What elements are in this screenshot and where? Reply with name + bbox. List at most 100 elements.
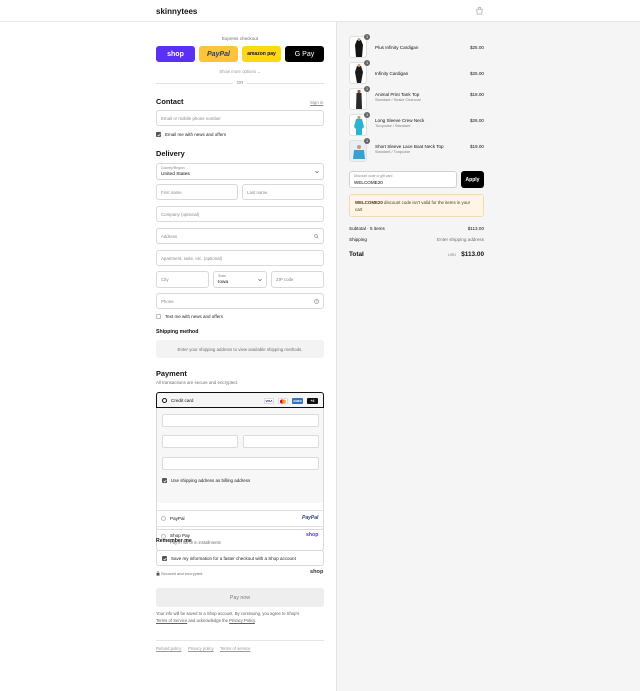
terms-of-service-link[interactable]: Terms of Service [156, 618, 187, 623]
phone-field[interactable]: Phone ? [156, 293, 324, 309]
pay-now-button[interactable]: Pay now [156, 588, 324, 607]
text-news-checkbox[interactable] [156, 314, 161, 319]
shipping-value: Enter shipping address [437, 237, 484, 242]
chevron-down-icon [315, 170, 319, 174]
city-field[interactable]: City [156, 271, 209, 288]
or-divider-label: OR [233, 80, 247, 85]
amazon-pay-button[interactable]: amazon pay [242, 46, 281, 62]
paypal-button[interactable]: PayPal [199, 46, 238, 62]
city-placeholder: City [161, 277, 169, 282]
item-variant: Standard / Turquoise [375, 150, 411, 154]
amex-icon: AMEX [292, 398, 303, 404]
cart-item: 1 Infinity Cardigan $25.00 [349, 60, 484, 84]
more-cards-icon: +4 [307, 398, 318, 404]
quantity-badge: 1 [364, 112, 370, 118]
apartment-field[interactable]: Apartment, suite, etc. (optional) [156, 250, 324, 266]
shipping-method-title: Shipping method [156, 329, 199, 335]
expiry-field[interactable] [162, 435, 238, 448]
save-info-checkbox[interactable] [162, 556, 167, 561]
address-field[interactable]: Address [156, 228, 324, 244]
check-icon [162, 557, 167, 561]
credit-card-option[interactable]: Credit card VISA AMEX +4 [156, 392, 324, 408]
email-news-checkbox[interactable] [156, 132, 161, 137]
item-name: Plus Infinity Cardigan [375, 45, 419, 50]
legal-and: and acknowledge the [188, 618, 228, 623]
item-name: Infinity Cardigan [375, 71, 409, 76]
save-info-label: Save my information for a faster checkou… [171, 556, 296, 561]
country-label: Country/Region [161, 166, 185, 170]
billing-same-checkbox[interactable] [162, 478, 167, 483]
paypal-radio[interactable] [161, 516, 166, 521]
zip-field[interactable]: ZIP code [271, 271, 324, 288]
shop-pay-button[interactable]: shop [156, 46, 195, 62]
cart-item: 1 Short Sleeve Lace Boat Neck Top Standa… [349, 138, 484, 162]
store-logo[interactable]: skinnytees [156, 7, 197, 16]
security-code-field[interactable] [243, 435, 319, 448]
currency-label: USD [447, 253, 456, 257]
shopping-bag-icon[interactable] [475, 6, 484, 15]
item-name: Animal Print Tank Top [375, 92, 420, 97]
help-circle-icon[interactable]: ? [314, 299, 319, 304]
zip-placeholder: ZIP code [276, 277, 294, 282]
item-price: $25.00 [469, 45, 484, 50]
privacy-policy-link[interactable]: Privacy Policy [229, 618, 255, 623]
discount-code-value: WELCOME20 [354, 180, 383, 185]
last-name-field[interactable]: Last name [242, 184, 324, 200]
item-variant: Standard / Snake Charcoal [375, 98, 421, 102]
discount-code-field[interactable]: Discount code or gift card WELCOME20 [349, 171, 457, 188]
credit-card-radio[interactable] [162, 398, 167, 403]
remember-me-box: Save my information for a faster checkou… [156, 550, 324, 566]
chevron-down-icon [258, 278, 262, 282]
quantity-badge: 1 [364, 34, 370, 40]
item-price: $25.00 [469, 71, 484, 76]
lock-icon [156, 571, 160, 576]
header: skinnytees [0, 0, 640, 22]
shipping-row: Shipping Enter shipping address [349, 237, 484, 242]
billing-same-label: Use shipping address as billing address [171, 478, 251, 483]
legal-line1: Your info will be saved to a Shop accoun… [156, 611, 300, 616]
visa-icon: VISA [264, 398, 274, 404]
company-placeholder: Company (optional) [161, 212, 200, 217]
item-name: Short Sleeve Lace Boat Neck Top [375, 144, 444, 149]
shop-logo: shop [310, 569, 324, 575]
apartment-placeholder: Apartment, suite, etc. (optional) [161, 256, 223, 261]
name-on-card-field[interactable] [162, 457, 319, 470]
terms-of-service-footer-link[interactable]: Terms of service [220, 646, 250, 651]
country-select[interactable]: Country/Region United States [156, 163, 324, 180]
quantity-badge: 1 [364, 86, 370, 92]
address-placeholder: Address [161, 234, 178, 239]
discount-code-label: Discount code or gift card [354, 174, 393, 178]
warning-code: WELCOME20 [355, 200, 383, 205]
svg-text:?: ? [316, 300, 318, 304]
item-price: $19.00 [469, 144, 484, 149]
delivery-title: Delivery [156, 149, 185, 158]
phone-placeholder: Phone [161, 299, 174, 304]
country-value: United States [161, 172, 190, 177]
last-name-placeholder: Last name [247, 190, 268, 195]
shipping-label: Shipping [349, 237, 367, 242]
sign-in-link[interactable]: Sign in [310, 100, 323, 105]
paypal-option-label[interactable]: PayPal [170, 516, 185, 521]
google-pay-button[interactable]: G Pay [285, 46, 324, 62]
refund-policy-link[interactable]: Refund policy [156, 646, 181, 651]
item-variant: Turquoise / Standard [375, 124, 411, 128]
payment-subtitle: All transactions are secure and encrypte… [156, 380, 239, 385]
cart-item: 1 Animal Print Tank Top Standard / Snake… [349, 86, 484, 110]
quantity-badge: 1 [364, 60, 370, 66]
state-label: State [218, 274, 226, 278]
apply-button[interactable]: Apply [461, 171, 484, 188]
show-more-options-link[interactable]: Show more options ⌄ [156, 69, 324, 75]
email-field[interactable]: Email or mobile phone number [156, 110, 324, 126]
card-number-field[interactable] [162, 414, 319, 427]
privacy-policy-footer-link[interactable]: Privacy policy [188, 646, 214, 651]
item-price: $18.00 [469, 92, 484, 97]
text-news-label: Text me with news and offers [165, 314, 223, 319]
divider [156, 510, 324, 511]
shipping-notice: Enter your shipping address to view avai… [156, 340, 324, 358]
cart-item: 1 Long Sleeve Crew Neck Turquoise / Stan… [349, 112, 484, 136]
payment-title: Payment [156, 369, 187, 378]
company-field[interactable]: Company (optional) [156, 206, 324, 222]
state-select[interactable]: State Iowa [213, 271, 267, 288]
item-name: Long Sleeve Crew Neck [375, 118, 425, 123]
first-name-field[interactable]: First name [156, 184, 238, 200]
